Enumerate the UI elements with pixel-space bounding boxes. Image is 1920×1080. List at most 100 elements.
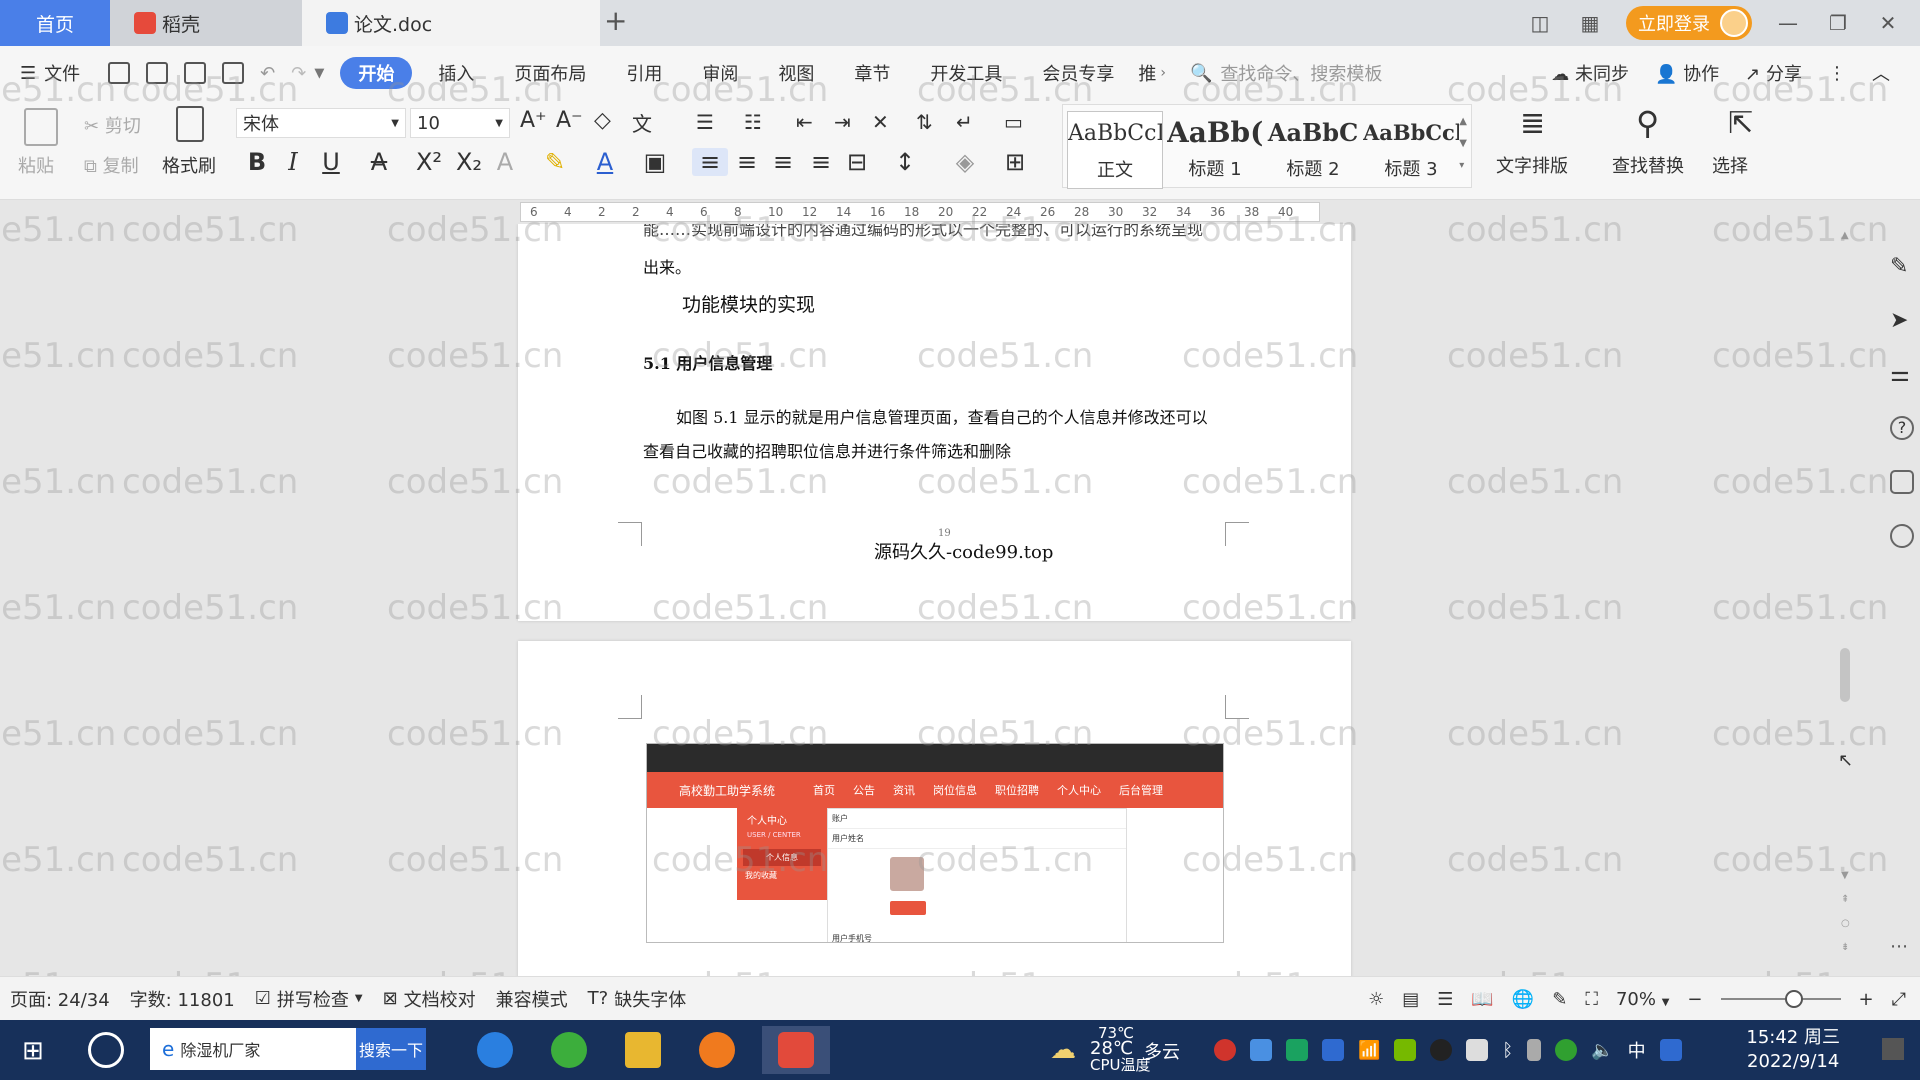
italic-icon[interactable]: I [278,148,308,176]
bullet-list-icon[interactable]: ☰ [696,110,714,134]
document-canvas[interactable]: 能……实现前端设计的内容通过编码的形式以一个完整的、可以运行的系统呈现 出来。 … [0,224,1920,976]
tray-app-icon[interactable] [1286,1039,1308,1061]
compass-icon[interactable] [1890,524,1914,548]
cortana-icon[interactable] [88,1032,124,1068]
menu-tab-member[interactable]: 会员专享 [1022,57,1134,89]
scroll-up-icon[interactable]: ▲ [1841,230,1849,241]
borders-icon[interactable]: ⊞ [1000,148,1030,176]
notification-icon[interactable] [1882,1038,1904,1060]
vertical-scrollbar[interactable]: ▲ ▼ ⇞ ○ ⇟ [1838,224,1852,964]
text-layout-button[interactable]: 文字排版 [1496,152,1568,178]
increase-indent-icon[interactable]: ⇥ [834,110,851,134]
style-heading-1[interactable]: AaBb( 标题 1 [1167,111,1263,189]
wifi-icon[interactable]: 📶 [1358,1040,1380,1061]
paste-button[interactable]: 粘贴 [18,152,54,178]
font-size-select[interactable]: 10 ▼ [410,108,510,138]
select-button[interactable]: 选择 [1712,152,1748,178]
web-view-icon[interactable]: 🌐 [1512,989,1534,1010]
fullscreen-icon[interactable]: ⤢ [1892,989,1906,1010]
next-page-icon[interactable]: ⇟ [1841,942,1849,953]
taskbar-app-explorer[interactable] [618,1026,668,1074]
scroll-down-icon[interactable]: ▼ [1841,870,1849,881]
usb-icon[interactable] [1527,1039,1542,1061]
windows-start-icon[interactable]: ⊞ [22,1036,44,1066]
taskbar-app-game[interactable] [692,1026,742,1074]
volume-icon[interactable]: 🔈 [1591,1040,1613,1061]
more-tabs-icon[interactable]: › [1160,65,1166,81]
minimize-icon[interactable]: — [1774,11,1802,35]
save-icon[interactable] [108,62,131,84]
zoom-in-icon[interactable]: + [1859,989,1874,1010]
paste-icon[interactable] [24,108,58,146]
pen-icon[interactable]: ✎ [1890,254,1914,279]
spell-check-button[interactable]: ☑ 拼写检查 ▼ [245,986,373,1012]
text-layout-icon[interactable]: ≣ [1520,106,1545,141]
zoom-out-icon[interactable]: − [1687,989,1702,1010]
document-page-next[interactable]: 高校勤工助学系统 首页 公告 资讯 岗位信息 职位招聘 个人中心 后台管理 个人… [518,641,1351,976]
backup-icon[interactable] [1890,470,1914,494]
shield-icon[interactable] [1322,1039,1344,1061]
prev-page-icon[interactable]: ⇞ [1841,894,1849,905]
font-color-icon[interactable]: A [590,148,620,176]
restore-icon[interactable]: ❐ [1824,11,1852,35]
table-layout-icon[interactable]: ▭ [1004,110,1023,134]
close-icon[interactable]: ✕ [1874,11,1902,35]
eye-protection-icon[interactable]: ☼ [1368,989,1384,1010]
tray-app-icon[interactable] [1214,1039,1236,1061]
format-painter-button[interactable]: 格式刷 [162,152,216,178]
scroll-thumb[interactable] [1840,648,1850,702]
export-icon[interactable] [146,62,169,84]
zoom-level[interactable]: 70% ▼ [1616,989,1669,1010]
embedded-screenshot[interactable]: 高校勤工助学系统 首页 公告 资讯 岗位信息 职位招聘 个人中心 后台管理 个人… [646,743,1224,943]
page-indicator[interactable]: 页面: 24/34 [0,986,120,1012]
menu-tab-chapter[interactable]: 章节 [834,57,910,89]
nvidia-icon[interactable] [1394,1039,1417,1061]
justify-icon[interactable]: ≡ [806,148,836,176]
pointer-icon[interactable]: ➤ [1890,308,1914,333]
reading-view-icon[interactable]: 📖 [1471,989,1493,1010]
char-border-icon[interactable]: ▣ [640,148,670,176]
zoom-slider[interactable] [1720,990,1841,1008]
cut-button[interactable]: ✂ 剪切 [84,112,141,138]
distribute-icon[interactable]: ⊟ [842,148,872,176]
tray-app-icon[interactable] [1250,1039,1272,1061]
highlight-icon[interactable]: ✎ [540,148,570,176]
share-button[interactable]: ↗ 分享 [1745,60,1802,86]
strikethrough-icon[interactable]: A [364,148,394,176]
find-replace-button[interactable]: 查找替换 [1612,152,1684,178]
subscript-icon[interactable]: X₂ [454,148,484,176]
layout-icon[interactable]: ◫ [1526,11,1554,35]
help-icon[interactable]: ? [1890,416,1914,440]
align-center-icon[interactable]: ≡ [732,148,762,176]
print-preview-icon[interactable] [222,62,245,84]
file-menu[interactable]: ☰ 文件 [0,57,100,89]
sort-icon[interactable]: ⇅ [916,110,933,134]
zoom-slider-knob[interactable] [1784,990,1803,1008]
style-scroll-icon[interactable]: ▲ ▼ ▾ [1459,111,1467,177]
clock[interactable]: 15:42 周三 2022/9/14 [1746,1026,1840,1074]
sliders-icon[interactable]: ⚌ [1890,362,1914,387]
more-options-icon[interactable]: ⋯ [1890,936,1908,957]
menu-tab-references[interactable]: 引用 [606,57,682,89]
page-view-icon[interactable]: ▤ [1402,989,1419,1010]
ime-indicator[interactable]: 中 [1628,1037,1646,1063]
document-page[interactable]: 能……实现前端设计的内容通过编码的形式以一个完整的、可以运行的系统呈现 出来。 … [518,224,1351,621]
font-name-select[interactable]: 宋体 ▼ [236,108,406,138]
taskbar-app-ie[interactable] [470,1026,520,1074]
tab-home[interactable]: 首页 [0,0,110,46]
collapse-ribbon-icon[interactable]: ︿ [1872,60,1890,86]
clear-format-icon[interactable]: ◇ [594,108,611,133]
underline-icon[interactable]: U [316,148,346,176]
fit-page-icon[interactable]: ⛶ [1585,989,1598,1010]
copy-button[interactable]: ⧉ 复制 [84,152,139,178]
redo-icon[interactable]: ↷ [291,63,306,84]
align-left-icon[interactable]: ≡ [692,148,728,176]
bold-icon[interactable]: B [242,148,272,176]
cursor-select-icon[interactable]: ⇱ [1728,106,1753,141]
outline-view-icon[interactable]: ☰ [1437,989,1453,1010]
align-right-icon[interactable]: ≡ [768,148,798,176]
tab-daoke[interactable]: 稻壳 [110,0,302,46]
tab-document[interactable]: 论文.doc [302,0,600,46]
sync-status[interactable]: ☁ 未同步 [1551,60,1629,86]
word-count[interactable]: 字数: 11801 [120,986,245,1012]
